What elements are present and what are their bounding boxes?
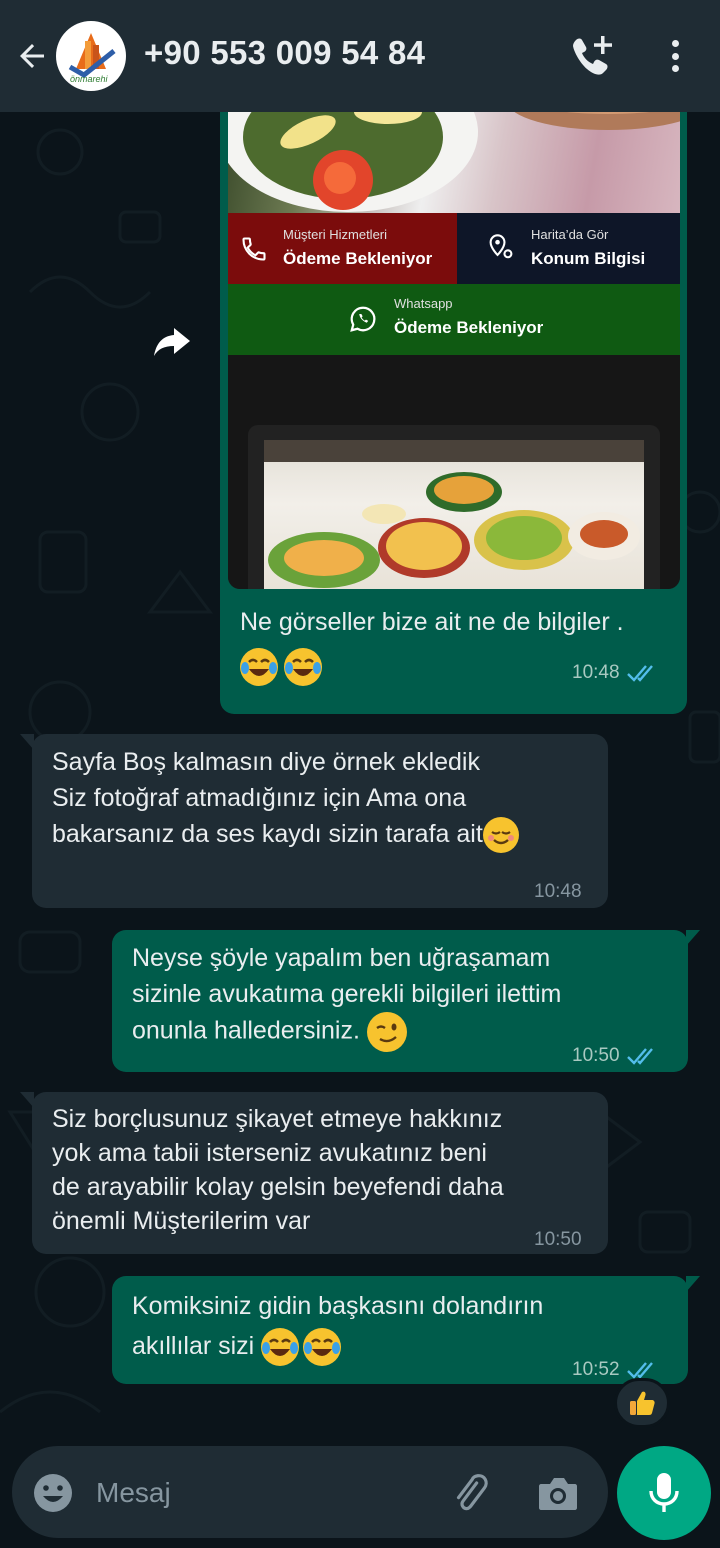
read-ticks-icon [626,1048,653,1065]
read-ticks-icon [626,1362,653,1379]
message-input[interactable] [96,1470,426,1516]
message-time: 10:48 [534,881,582,902]
avatar[interactable]: önmarehi [56,21,126,91]
customer-service-status: Ödeme Bekleniyor [283,249,433,268]
message-time: 10:50 [534,1229,582,1250]
caption-text: Ne görseller bize ait ne de bilgiler . [240,608,624,636]
attach-paperclip-icon[interactable] [448,1470,492,1516]
message-line: akıllılar sizi [132,1332,255,1360]
add-call-icon[interactable] [568,34,616,78]
tears-of-joy-emoji [303,1328,342,1367]
microphone-icon [649,1473,679,1512]
message-meta: 10:48 [534,874,582,910]
location-pin-icon [489,234,513,259]
tears-of-joy-emoji [284,648,322,687]
fruit-platter-photo [264,440,644,589]
message-time: 10:48 [572,662,620,683]
emoji-picker-icon[interactable] [32,1472,74,1514]
tears-of-joy-emoji [240,648,278,687]
whatsapp-tile[interactable]: Whatsapp Ödeme Bekleniyor [228,284,680,355]
forward-arrow-icon[interactable] [152,326,192,358]
more-options-icon[interactable] [660,36,690,76]
message-line: bakarsanız da ses kaydı sizin tarafa ait [52,820,483,848]
map-value: Konum Bilgisi [531,249,646,268]
message-line: Sayfa Boş kalmasın diye örnek ekledik [52,748,480,776]
back-arrow-icon[interactable] [12,36,52,76]
message-time: 10:52 [572,1359,620,1380]
map-label: Harita’da Gör [531,227,609,242]
phone-icon [242,237,266,261]
voice-record-button[interactable] [617,1446,711,1540]
whatsapp-icon [350,306,376,332]
customer-service-tile[interactable]: Müşteri Hizmetleri Ödeme Bekleniyor [228,213,457,284]
tears-of-joy-emoji [261,1328,300,1367]
message-line: Siz borçlusunuz şikayet etmeye hakkınız [52,1105,503,1133]
incoming-message[interactable]: Sayfa Boş kalmasın diye örnek ekledik Si… [20,734,608,910]
message-line: sizinle avukatıma gerekli bilgileri ilet… [132,980,562,1008]
message-line: onunla halledersiniz. [132,1016,360,1045]
camera-icon[interactable] [536,1474,580,1514]
message-line: önemli Müşterilerim var [52,1207,311,1235]
message-line: yok ama tabii isterseniz avukatınız beni [52,1139,487,1167]
message-meta: 10:50 [534,1222,582,1258]
winking-face-emoji [366,1012,407,1052]
whatsapp-label: Whatsapp [394,296,453,311]
read-ticks-icon [626,665,653,682]
outgoing-message[interactable]: Neyse şöyle yapalım ben uğraşamam sizinl… [112,930,700,1074]
website-screenshot-image[interactable]: Müşteri Hizmetleri Ödeme Bekleniyor Hari… [228,112,680,589]
avatar-logo-text: önmarehi [70,74,108,84]
message-line: Neyse şöyle yapalım ben uğraşamam [132,944,551,972]
message-input-bar [12,1446,608,1538]
message-line: Komiksiniz gidin başkasını dolandırın [132,1292,544,1320]
chat-area[interactable]: Müşteri Hizmetleri Ödeme Bekleniyor Hari… [0,112,720,1548]
thumbs-up-icon [630,1391,655,1415]
message-meta: 10:50 [572,1038,660,1074]
smiling-face-emoji [482,817,519,854]
whatsapp-status: Ödeme Bekleniyor [394,318,544,337]
outgoing-message[interactable]: Komiksiniz gidin başkasını dolandırın ak… [112,1276,700,1384]
message-time: 10:50 [572,1045,620,1066]
thumbs-up-reaction[interactable] [614,1378,670,1428]
message-line: Siz fotoğraf atmadığınız için Ama ona [52,784,467,812]
contact-name[interactable]: +90 553 009 54 84 [144,34,425,72]
incoming-message[interactable]: Siz borçlusunuz şikayet etmeye hakkınız … [20,1092,608,1254]
customer-service-label: Müşteri Hizmetleri [283,227,388,242]
chat-header: önmarehi +90 553 009 54 84 [0,0,720,112]
outgoing-image-message[interactable]: Müşteri Hizmetleri Ödeme Bekleniyor Hari… [220,112,687,714]
map-tile[interactable]: Harita’da Gör Konum Bilgisi [457,213,680,284]
food-photo [228,112,680,213]
message-meta: 10:48 [572,662,660,684]
message-line: de arayabilir kolay gelsin beyefendi dah… [52,1173,504,1201]
